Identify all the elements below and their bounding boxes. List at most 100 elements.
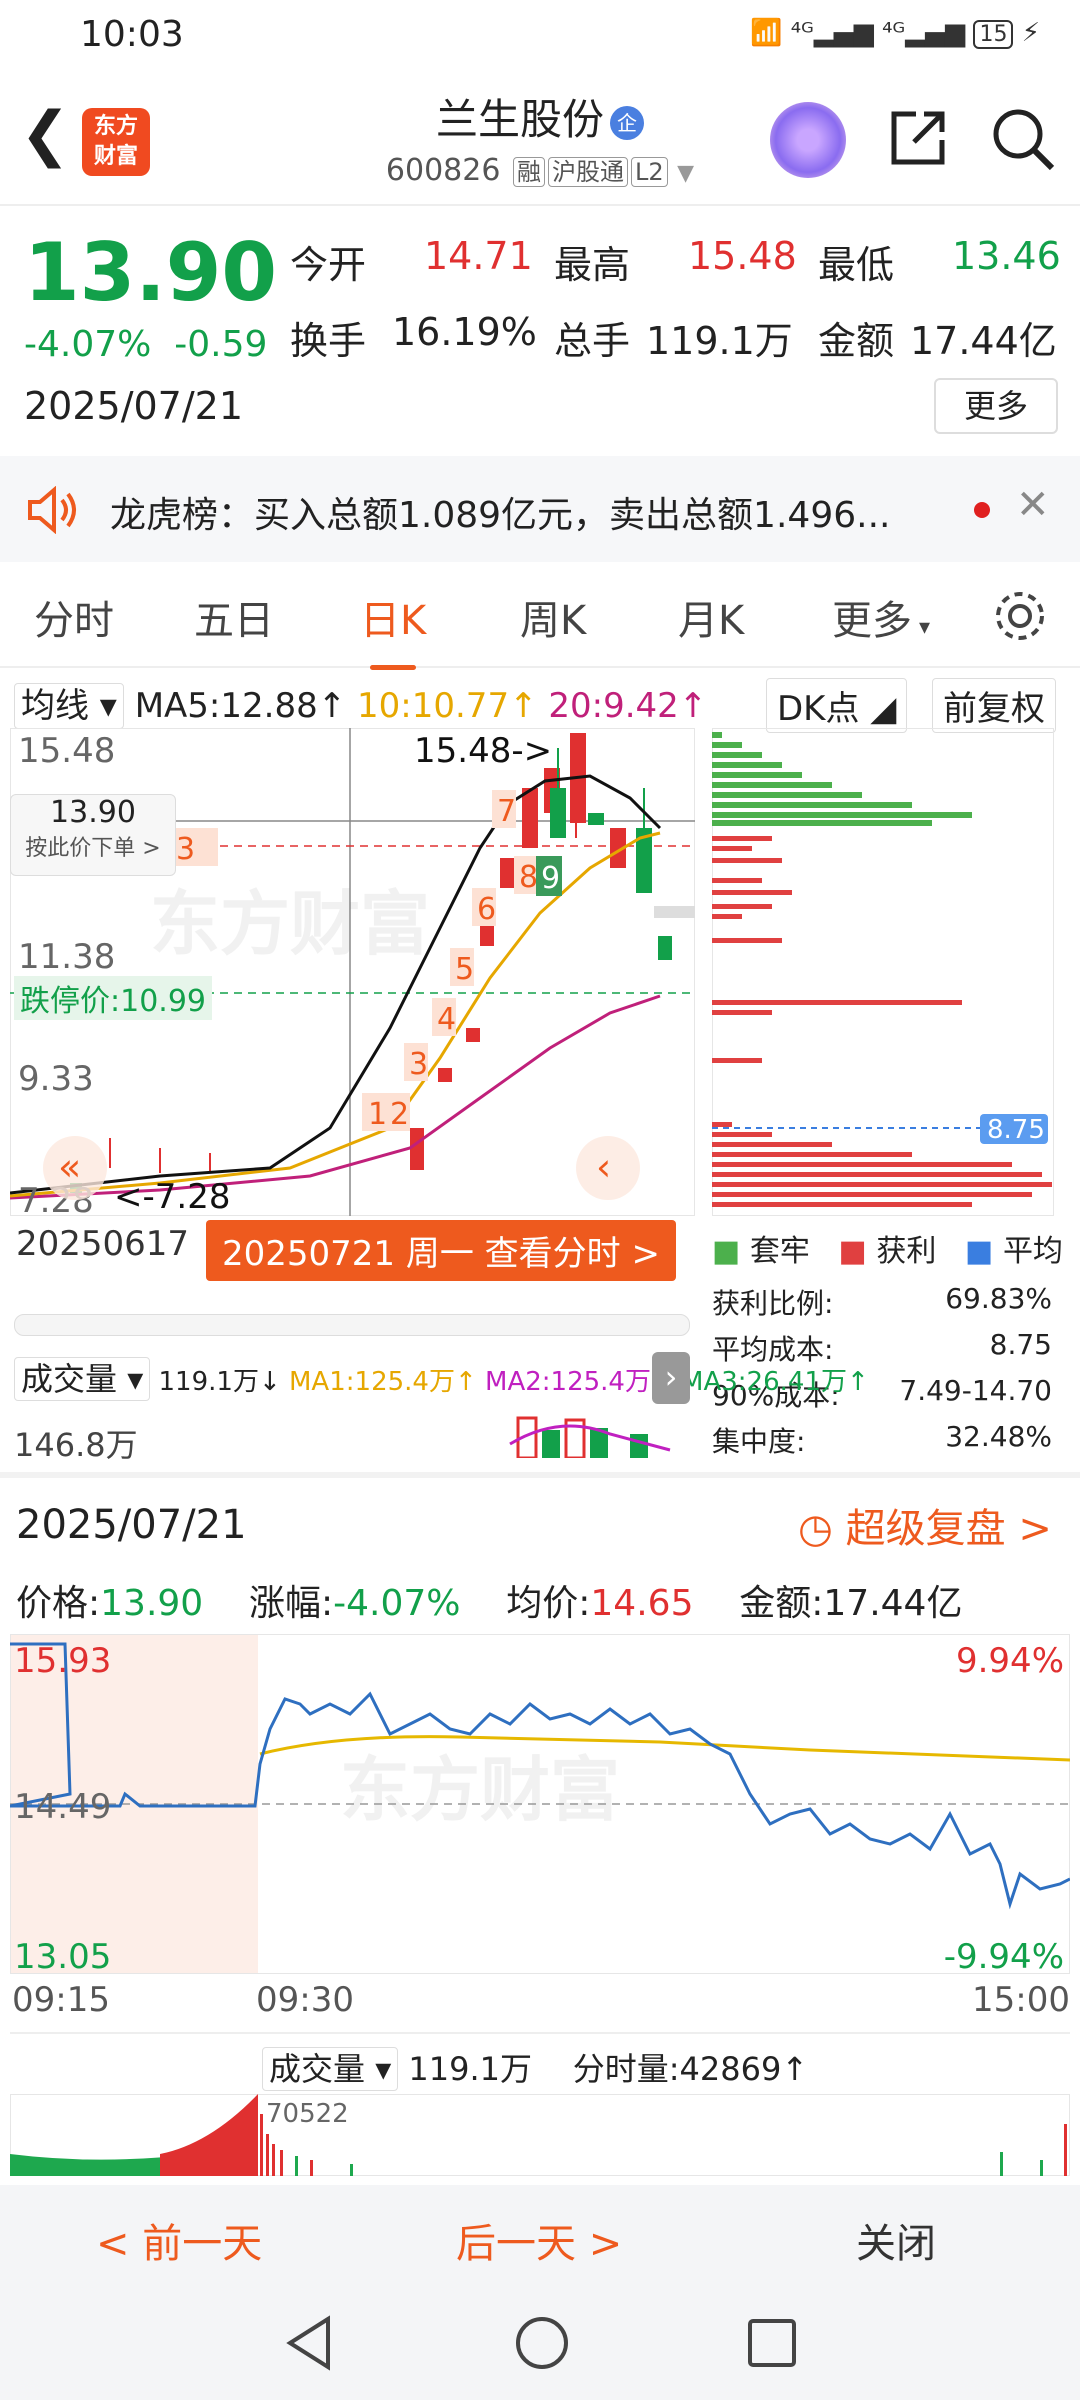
range-scrollbar[interactable] bbox=[14, 1314, 690, 1336]
close-button[interactable]: 关闭 bbox=[856, 2211, 936, 2269]
prev-day-button[interactable]: < 前一天 bbox=[96, 2211, 262, 2269]
stat-value: 32.48% bbox=[945, 1420, 1052, 1453]
tab-more[interactable]: 更多 ▾ bbox=[832, 588, 930, 646]
period-tabs: 分时 五日 日K 周K 月K 更多 ▾ bbox=[0, 568, 1080, 670]
close-icon[interactable]: ✕ bbox=[1016, 482, 1050, 528]
price-adjust-button[interactable]: 前复权 bbox=[932, 678, 1056, 733]
wave-marker: 4 bbox=[437, 1002, 456, 1037]
amount-label-2: 金额: bbox=[739, 1583, 824, 1624]
cursor-price: 13.90 bbox=[50, 795, 136, 830]
tab-daily-k[interactable]: 日K bbox=[360, 588, 426, 670]
volume-bar bbox=[260, 2114, 263, 2176]
wave-marker: 3 bbox=[409, 1047, 428, 1082]
pct-bottom-label: -9.94% bbox=[944, 1937, 1064, 1974]
tag-margin: 融 bbox=[512, 157, 545, 187]
tab-weekly-k[interactable]: 周K bbox=[520, 588, 586, 646]
settings-gear-icon[interactable] bbox=[990, 586, 1050, 646]
section-divider bbox=[0, 1472, 1080, 1478]
intraday-watermark: 东方财富 bbox=[340, 1749, 620, 1831]
tab-intraday[interactable]: 分时 bbox=[34, 588, 114, 646]
chip-bar bbox=[712, 846, 752, 851]
next-day-button[interactable]: 后一天 > bbox=[456, 2211, 622, 2269]
view-intraday-button[interactable]: 20250721 周一 查看分时 > bbox=[206, 1220, 676, 1281]
open-value: 14.71 bbox=[424, 234, 533, 278]
chip-bar bbox=[712, 1202, 972, 1207]
candle bbox=[466, 1028, 480, 1042]
chip-bar bbox=[712, 792, 862, 798]
intraday-chart[interactable]: 东方财富 15.93 14.49 13.05 9.94% -9.94% bbox=[10, 1634, 1070, 1974]
intraday-minute-volume: 分时量:42869↑ bbox=[572, 2050, 809, 2088]
divider bbox=[10, 2032, 1070, 2034]
range-start-date: 20250617 bbox=[16, 1224, 190, 1264]
wave-marker: 8 bbox=[519, 860, 538, 895]
search-icon[interactable] bbox=[990, 106, 1056, 172]
wave-marker: 9 bbox=[541, 861, 560, 896]
avg-value: 14.65 bbox=[590, 1583, 694, 1624]
double-left-icon: « bbox=[58, 1145, 81, 1189]
turnover-label: 换手 bbox=[290, 319, 367, 363]
chip-distribution-chart[interactable]: 8.75 bbox=[712, 728, 1054, 1216]
chip-bar bbox=[712, 1172, 1042, 1177]
intraday-summary: 价格:13.90 涨幅:-4.07% 均价:14.65 金额:17.44亿 bbox=[16, 1574, 962, 1626]
ma-legend: 均线 ▾ MA5:12.88↑ 10:10.77↑ 20:9.42↑ bbox=[14, 678, 707, 729]
chip-bar bbox=[712, 742, 742, 748]
legend-profit: 获利 bbox=[876, 1234, 937, 1269]
volume-value: 119.1万 bbox=[646, 319, 793, 363]
volume-axis-max: 146.8万 bbox=[14, 1426, 138, 1464]
more-button[interactable]: 更多 bbox=[934, 378, 1058, 434]
price-label: 价格: bbox=[16, 1583, 101, 1624]
wave-marker: 6 bbox=[477, 892, 496, 927]
chip-bar bbox=[712, 732, 722, 738]
candle bbox=[654, 906, 695, 918]
y-label-mid1: 11.38 bbox=[18, 937, 115, 977]
chip-bar bbox=[712, 812, 972, 818]
high-annotation: 15.48-> bbox=[414, 731, 552, 771]
nav-home-icon[interactable] bbox=[514, 2315, 570, 2371]
dk-point-button[interactable]: DK点 ◢ bbox=[766, 678, 908, 733]
expand-arrow-icon[interactable]: › bbox=[652, 1352, 690, 1404]
pct-top-label: 9.94% bbox=[956, 1641, 1064, 1681]
volume-bar bbox=[350, 2164, 353, 2176]
ma-selector[interactable]: 均线 ▾ bbox=[14, 683, 124, 729]
cursor-price-tag[interactable]: 13.90 按此价下单 > bbox=[10, 794, 176, 876]
tab-monthly-k[interactable]: 月K bbox=[678, 588, 744, 646]
nav-recents-icon[interactable] bbox=[746, 2317, 798, 2369]
super-replay-link[interactable]: ◷ 超级复盘 > bbox=[798, 1496, 1052, 1554]
wave-marker: 3 bbox=[176, 832, 195, 867]
amount-value-2: 17.44亿 bbox=[823, 1583, 963, 1624]
vol-ma1: MA1:125.4万↑ bbox=[289, 1367, 477, 1397]
wave-marker: 5 bbox=[455, 952, 474, 987]
share-icon[interactable] bbox=[886, 106, 950, 170]
amount-value: 17.44亿 bbox=[910, 319, 1057, 363]
candle bbox=[410, 1128, 424, 1170]
volume-selector[interactable]: 成交量 ▾ bbox=[14, 1357, 151, 1401]
open-label: 今开 bbox=[290, 243, 367, 287]
enterprise-badge: 企 bbox=[610, 105, 644, 140]
legend-trapped: 套牢 bbox=[749, 1234, 810, 1269]
volume-bars bbox=[509, 1416, 671, 1458]
volume-bar bbox=[1064, 2124, 1067, 2176]
stat-value: 8.75 bbox=[989, 1328, 1052, 1361]
chip-bar bbox=[712, 1122, 732, 1127]
volume-bar bbox=[630, 1434, 648, 1458]
vol-value: 119.1万↓ bbox=[158, 1367, 281, 1397]
intraday-date: 2025/07/21 bbox=[16, 1502, 247, 1548]
kline-watermark: 东方财富 bbox=[150, 883, 430, 965]
tab-five-day[interactable]: 五日 bbox=[194, 588, 274, 646]
change-amount: -0.59 bbox=[174, 324, 268, 365]
chip-bar bbox=[712, 1152, 912, 1157]
chip-bar bbox=[712, 890, 792, 895]
assistant-avatar[interactable] bbox=[770, 102, 846, 178]
signal-icons: 📶 ⁴ᴳ▂▄▆ ⁴ᴳ▂▄▆ 15 ⚡ bbox=[750, 18, 1040, 49]
nav-back-icon[interactable] bbox=[284, 2315, 334, 2371]
current-price: 13.90 bbox=[24, 226, 278, 319]
notice-bar[interactable]: 龙虎榜：买入总额1.089亿元，卖出总额1.496... ✕ bbox=[0, 456, 1080, 562]
chip-bar bbox=[712, 938, 782, 943]
candle bbox=[500, 858, 514, 888]
kline-section: 均线 ▾ MA5:12.88↑ 10:10.77↑ 20:9.42↑ DK点 ◢… bbox=[0, 668, 1080, 1468]
stat-row: 获利比例: 69.83% bbox=[712, 1282, 1052, 1328]
stat-value: 7.49-14.70 bbox=[899, 1374, 1052, 1407]
amount-label: 金额 bbox=[818, 319, 895, 363]
intraday-volume-selector[interactable]: 成交量 ▾ bbox=[262, 2047, 399, 2091]
wave-marker: 1 bbox=[368, 1097, 387, 1132]
